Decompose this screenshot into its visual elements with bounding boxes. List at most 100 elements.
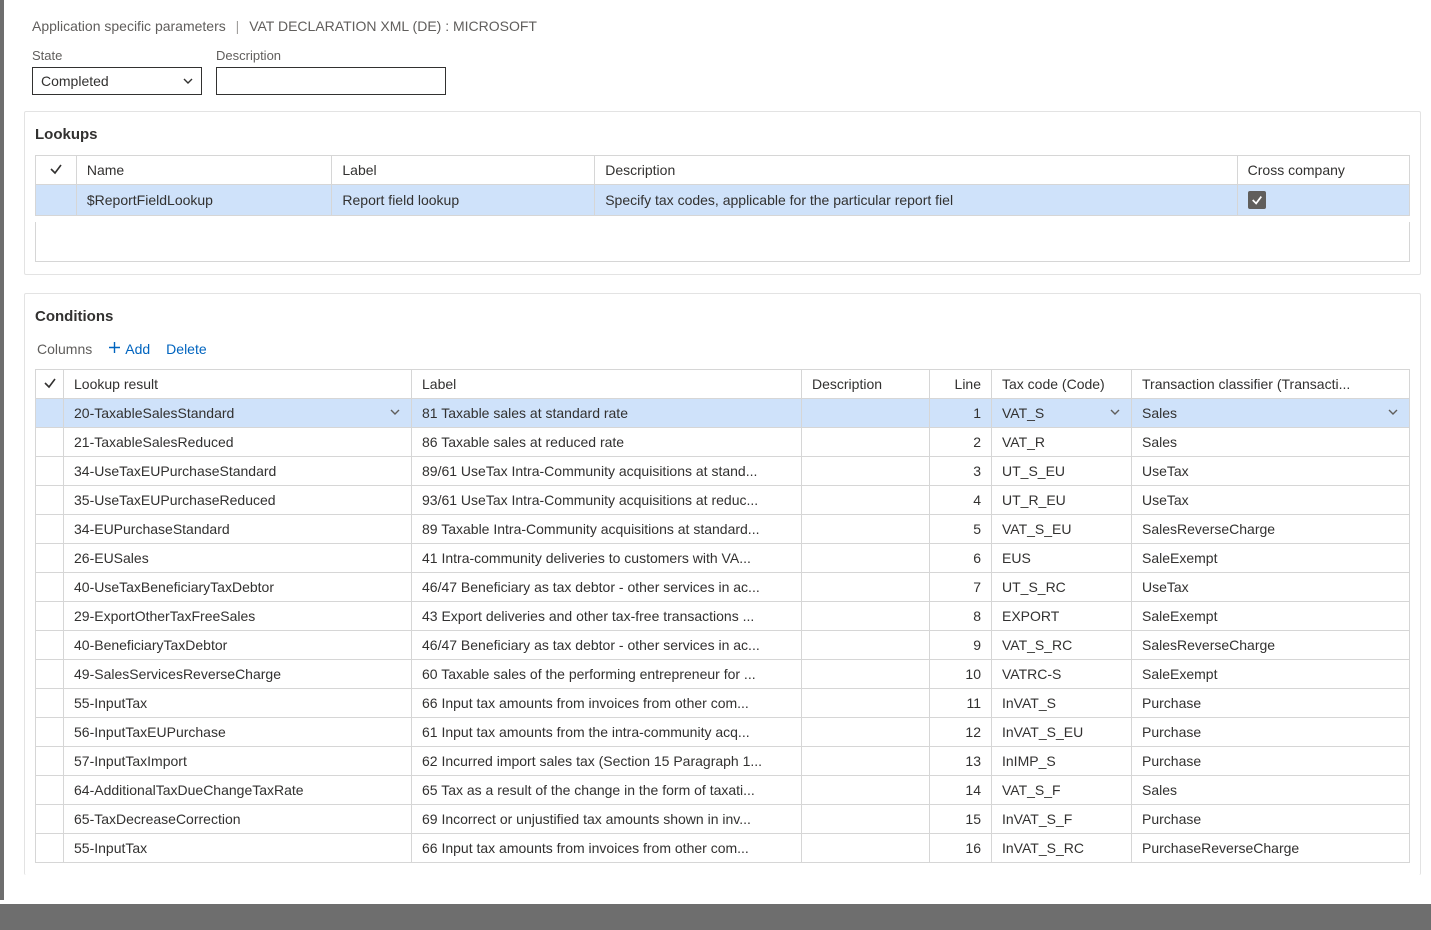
cell-line[interactable]: 9 <box>930 631 992 660</box>
cell-description[interactable] <box>802 515 930 544</box>
checkbox-checked-icon[interactable] <box>1248 191 1266 209</box>
cell-classifier[interactable]: Purchase <box>1132 805 1410 834</box>
cell-classifier[interactable]: SalesReverseCharge <box>1132 515 1410 544</box>
cell-tax-code[interactable]: InVAT_S_EU <box>992 718 1132 747</box>
table-row[interactable]: 29-ExportOtherTaxFreeSales43 Export deli… <box>36 602 1410 631</box>
cell-line[interactable]: 3 <box>930 457 992 486</box>
table-row[interactable]: 55-InputTax66 Input tax amounts from inv… <box>36 834 1410 863</box>
chevron-down-icon[interactable] <box>1387 405 1399 421</box>
cell-description[interactable] <box>802 602 930 631</box>
cell-lookup-result[interactable]: 29-ExportOtherTaxFreeSales <box>64 602 412 631</box>
row-selector[interactable] <box>36 428 64 457</box>
description-input[interactable] <box>216 67 446 95</box>
cell-label[interactable]: 66 Input tax amounts from invoices from … <box>412 834 802 863</box>
cell-name[interactable]: $ReportFieldLookup <box>76 185 332 216</box>
row-selector[interactable] <box>36 747 64 776</box>
col-cross-company[interactable]: Cross company <box>1237 156 1409 185</box>
cell-lookup-result[interactable]: 21-TaxableSalesReduced <box>64 428 412 457</box>
cell-lookup-result[interactable]: 40-UseTaxBeneficiaryTaxDebtor <box>64 573 412 602</box>
cell-classifier[interactable]: SalesReverseCharge <box>1132 631 1410 660</box>
table-row[interactable]: 56-InputTaxEUPurchase61 Input tax amount… <box>36 718 1410 747</box>
cell-line[interactable]: 14 <box>930 776 992 805</box>
cell-line[interactable]: 2 <box>930 428 992 457</box>
cell-description[interactable] <box>802 544 930 573</box>
row-selector[interactable] <box>36 486 64 515</box>
col-tax-code[interactable]: Tax code (Code) <box>992 370 1132 399</box>
table-row[interactable]: 20-TaxableSalesStandard81 Taxable sales … <box>36 399 1410 428</box>
table-row[interactable]: 65-TaxDecreaseCorrection69 Incorrect or … <box>36 805 1410 834</box>
table-row[interactable]: 34-EUPurchaseStandard89 Taxable Intra-Co… <box>36 515 1410 544</box>
cell-label[interactable]: 46/47 Beneficiary as tax debtor - other … <box>412 573 802 602</box>
table-row[interactable]: 35-UseTaxEUPurchaseReduced93/61 UseTax I… <box>36 486 1410 515</box>
table-row[interactable]: 34-UseTaxEUPurchaseStandard89/61 UseTax … <box>36 457 1410 486</box>
col-description[interactable]: Description <box>802 370 930 399</box>
cell-lookup-result[interactable]: 57-InputTaxImport <box>64 747 412 776</box>
row-selector[interactable] <box>36 185 77 216</box>
cell-line[interactable]: 6 <box>930 544 992 573</box>
cell-lookup-result[interactable]: 56-InputTaxEUPurchase <box>64 718 412 747</box>
row-selector[interactable] <box>36 573 64 602</box>
cell-line[interactable]: 11 <box>930 689 992 718</box>
cell-lookup-result[interactable]: 26-EUSales <box>64 544 412 573</box>
row-selector[interactable] <box>36 834 64 863</box>
cell-description[interactable] <box>802 805 930 834</box>
table-row[interactable]: 49-SalesServicesReverseCharge60 Taxable … <box>36 660 1410 689</box>
cell-classifier[interactable]: SaleExempt <box>1132 660 1410 689</box>
cell-label[interactable]: 69 Incorrect or unjustified tax amounts … <box>412 805 802 834</box>
cell-tax-code[interactable]: EXPORT <box>992 602 1132 631</box>
cell-label[interactable]: 62 Incurred import sales tax (Section 15… <box>412 747 802 776</box>
cell-lookup-result[interactable]: 34-EUPurchaseStandard <box>64 515 412 544</box>
cell-tax-code[interactable]: VAT_R <box>992 428 1132 457</box>
cell-line[interactable]: 10 <box>930 660 992 689</box>
select-all-header[interactable] <box>36 156 77 185</box>
cell-classifier[interactable]: Sales <box>1132 399 1410 428</box>
cell-line[interactable]: 15 <box>930 805 992 834</box>
cell-description[interactable] <box>802 399 930 428</box>
table-row[interactable]: 21-TaxableSalesReduced86 Taxable sales a… <box>36 428 1410 457</box>
cell-description[interactable] <box>802 689 930 718</box>
cell-tax-code[interactable]: EUS <box>992 544 1132 573</box>
cell-label[interactable]: Report field lookup <box>332 185 595 216</box>
delete-button[interactable]: Delete <box>166 341 206 357</box>
cell-tax-code[interactable]: UT_S_RC <box>992 573 1132 602</box>
select-all-header[interactable] <box>36 370 64 399</box>
cell-classifier[interactable]: Sales <box>1132 776 1410 805</box>
table-row[interactable]: 64-AdditionalTaxDueChangeTaxRate65 Tax a… <box>36 776 1410 805</box>
cell-classifier[interactable]: PurchaseReverseCharge <box>1132 834 1410 863</box>
cell-line[interactable]: 13 <box>930 747 992 776</box>
cell-classifier[interactable]: UseTax <box>1132 486 1410 515</box>
row-selector[interactable] <box>36 399 64 428</box>
cell-label[interactable]: 60 Taxable sales of the performing entre… <box>412 660 802 689</box>
table-row[interactable]: $ReportFieldLookupReport field lookupSpe… <box>36 185 1410 216</box>
cell-lookup-result[interactable]: 35-UseTaxEUPurchaseReduced <box>64 486 412 515</box>
cell-description[interactable] <box>802 428 930 457</box>
cell-lookup-result[interactable]: 40-BeneficiaryTaxDebtor <box>64 631 412 660</box>
add-button[interactable]: Add <box>108 341 150 357</box>
cell-description[interactable] <box>802 718 930 747</box>
cell-line[interactable]: 1 <box>930 399 992 428</box>
table-row[interactable]: 40-UseTaxBeneficiaryTaxDebtor46/47 Benef… <box>36 573 1410 602</box>
cell-tax-code[interactable]: UT_S_EU <box>992 457 1132 486</box>
cell-description[interactable] <box>802 747 930 776</box>
cell-label[interactable]: 89/61 UseTax Intra-Community acquisition… <box>412 457 802 486</box>
cell-lookup-result[interactable]: 34-UseTaxEUPurchaseStandard <box>64 457 412 486</box>
col-label[interactable]: Label <box>412 370 802 399</box>
cell-label[interactable]: 66 Input tax amounts from invoices from … <box>412 689 802 718</box>
cell-label[interactable]: 93/61 UseTax Intra-Community acquisition… <box>412 486 802 515</box>
cell-line[interactable]: 8 <box>930 602 992 631</box>
cell-line[interactable]: 12 <box>930 718 992 747</box>
cell-tax-code[interactable]: InVAT_S <box>992 689 1132 718</box>
cell-classifier[interactable]: UseTax <box>1132 573 1410 602</box>
cell-tax-code[interactable]: VAT_S <box>992 399 1132 428</box>
col-lookup-result[interactable]: Lookup result <box>64 370 412 399</box>
row-selector[interactable] <box>36 718 64 747</box>
cell-description[interactable] <box>802 660 930 689</box>
cell-tax-code[interactable]: VAT_S_F <box>992 776 1132 805</box>
table-row[interactable]: 26-EUSales41 Intra-community deliveries … <box>36 544 1410 573</box>
cell-label[interactable]: 43 Export deliveries and other tax-free … <box>412 602 802 631</box>
cell-tax-code[interactable]: InIMP_S <box>992 747 1132 776</box>
cell-cross-company[interactable] <box>1237 185 1409 216</box>
cell-tax-code[interactable]: VAT_S_EU <box>992 515 1132 544</box>
row-selector[interactable] <box>36 544 64 573</box>
cell-lookup-result[interactable]: 64-AdditionalTaxDueChangeTaxRate <box>64 776 412 805</box>
